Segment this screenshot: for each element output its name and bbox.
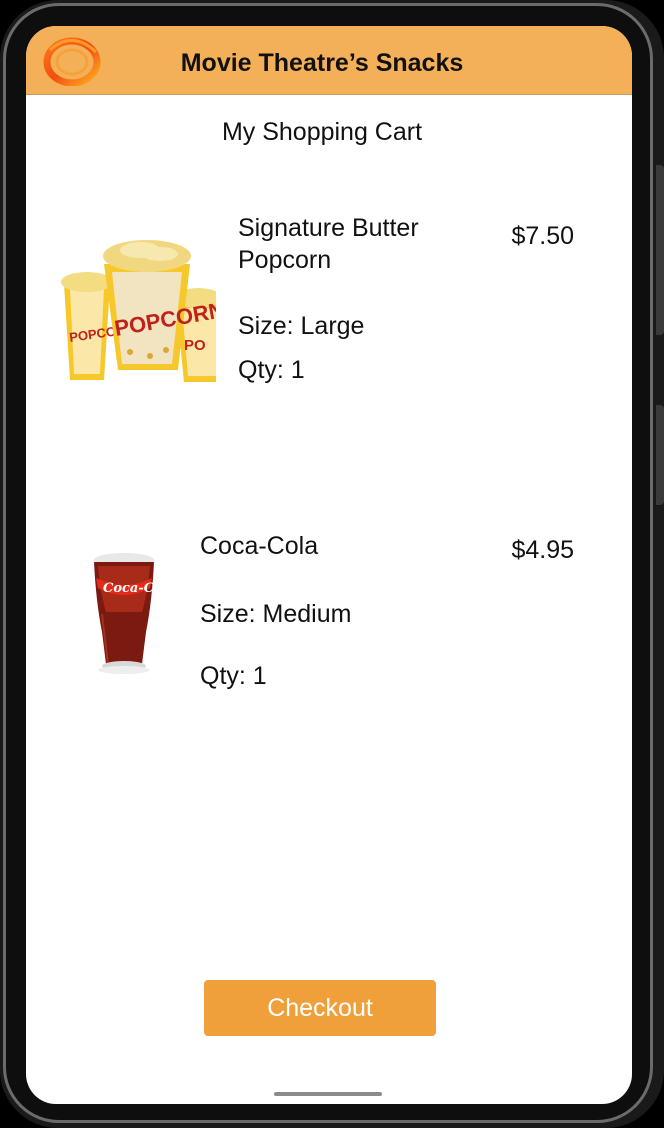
power-button [656, 405, 664, 505]
coca-cola-cup-image: Coca-Cola [88, 552, 176, 678]
volume-button [656, 165, 664, 335]
item-quantity: Qty: 1 [200, 662, 267, 690]
cart-item-popcorn[interactable]: POPCORN PO POPCORN Signature Butter Popc… [26, 206, 632, 456]
item-name: Signature Butter Popcorn [238, 214, 419, 274]
page-title: My Shopping Cart [221, 118, 423, 146]
popcorn-image: POPCORN PO POPCORN [60, 224, 226, 384]
item-price: $4.95 [511, 536, 574, 564]
app-header: Movie Theatre’s Snacks [26, 26, 632, 95]
home-indicator[interactable] [274, 1092, 382, 1096]
svg-text:Coca-Cola: Coca-Cola [103, 581, 164, 596]
item-size: Size: Large [238, 312, 365, 340]
svg-text:PO: PO [184, 337, 206, 354]
item-size: Size: Medium [200, 600, 352, 628]
item-price: $7.50 [511, 222, 574, 250]
app-title: Movie Theatre’s Snacks [180, 49, 464, 77]
app-screen: Movie Theatre’s Snacks My Shopping Cart … [26, 26, 632, 1104]
checkout-button[interactable]: Checkout [204, 980, 436, 1036]
item-quantity: Qty: 1 [238, 356, 305, 384]
item-name: Coca-Cola [200, 532, 319, 560]
cart-item-coca-cola[interactable]: Coca-Cola Coca-Cola $4.95 Size: Medium Q… [26, 526, 632, 726]
phone-frame: Movie Theatre’s Snacks My Shopping Cart … [0, 0, 664, 1128]
